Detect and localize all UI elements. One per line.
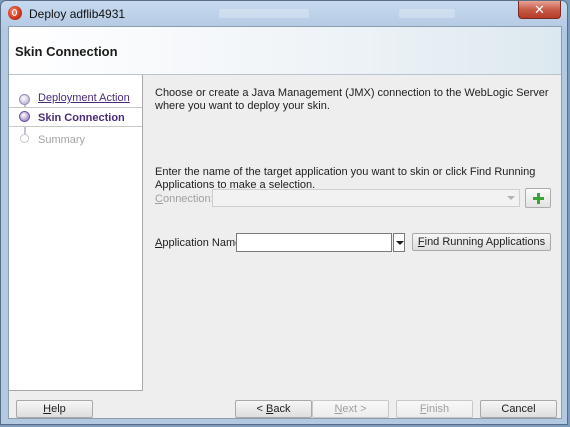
intro-text: Choose or create a Java Management (JMX)…: [155, 87, 549, 112]
nav-item-skin-connection[interactable]: Skin Connection: [9, 107, 142, 127]
background-window-tab: [219, 9, 309, 18]
next-button: Next >: [312, 400, 389, 418]
nav-item-label: Deployment Action: [38, 92, 130, 104]
current-step-icon: [19, 111, 30, 122]
window-title: Deploy adflib4931: [29, 7, 126, 21]
disabled-step-icon: [20, 134, 29, 143]
application-name-input[interactable]: [236, 233, 392, 252]
deploy-dialog-window: Deploy adflib4931 ✕ Skin Connection Depl…: [0, 0, 568, 425]
cancel-button[interactable]: Cancel: [480, 400, 557, 418]
dialog-client-area: Skin Connection Deployment Action Skin C…: [8, 26, 562, 419]
chevron-down-icon: [396, 241, 404, 245]
background-window-tab: [399, 9, 455, 18]
help-button[interactable]: Help: [16, 400, 93, 418]
application-name-dropdown-button[interactable]: [393, 233, 405, 252]
page-title: Skin Connection: [15, 44, 118, 59]
finish-button: Finish: [396, 400, 473, 418]
title-bar[interactable]: Deploy adflib4931 ✕: [1, 1, 567, 26]
application-name-label: Application Name:: [155, 237, 245, 249]
back-button[interactable]: < Back: [235, 400, 312, 418]
find-running-applications-button[interactable]: Find Running Applications: [412, 233, 551, 251]
connection-label: Connection:: [155, 193, 214, 205]
app-icon: [8, 6, 22, 20]
nav-item-label: Summary: [38, 134, 86, 146]
close-button[interactable]: ✕: [518, 1, 561, 19]
wizard-train-nav: Deployment Action Skin Connection Summar…: [9, 75, 143, 391]
visited-step-icon: [19, 94, 30, 105]
nav-item-summary: Summary: [9, 129, 142, 149]
nav-item-deployment-action[interactable]: Deployment Action: [9, 87, 142, 107]
instruction-text: Enter the name of the target application…: [155, 166, 536, 191]
nav-item-label: Skin Connection: [38, 112, 125, 124]
chevron-down-icon: [507, 196, 515, 200]
page-header: Skin Connection: [9, 27, 561, 75]
